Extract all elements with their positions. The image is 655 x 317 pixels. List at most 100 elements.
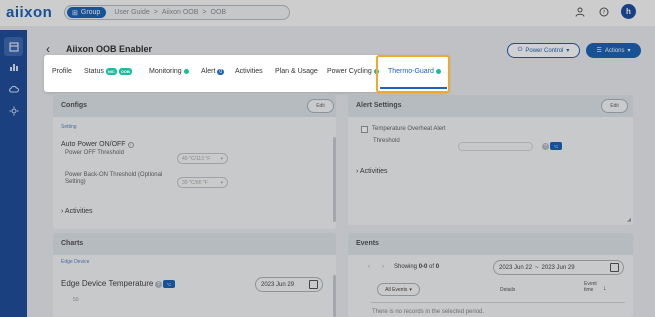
alert-edit-button[interactable]: Edit bbox=[601, 99, 628, 113]
tab-power-cycling[interactable]: Power Cycling bbox=[327, 68, 379, 75]
configs-scrollbar[interactable] bbox=[333, 137, 336, 222]
dashboard-icon[interactable] bbox=[4, 37, 23, 56]
charts-panel: Charts Edge Device Edge Device Temperatu… bbox=[53, 233, 336, 317]
tab-thermo-guard[interactable]: Thermo-Guard bbox=[388, 68, 441, 75]
menu-icon: ☰ bbox=[596, 48, 602, 54]
tab-label: Profile bbox=[52, 68, 72, 75]
avatar[interactable]: h bbox=[621, 4, 636, 19]
overheat-alert-label: Temperature Overheat Alert bbox=[372, 126, 446, 132]
next-page-icon[interactable]: › bbox=[382, 264, 384, 270]
configs-activities-toggle[interactable]: › Activities bbox=[61, 208, 93, 215]
chart-date-picker[interactable]: 2023 Jun 29 bbox=[255, 277, 323, 292]
auto-power-text: Auto Power ON/OFF bbox=[61, 141, 126, 148]
event-time-column-header[interactable]: Event time bbox=[584, 281, 600, 293]
alert-activities-toggle[interactable]: › Activities bbox=[356, 168, 388, 175]
svg-text:?: ? bbox=[603, 10, 606, 16]
user-icon[interactable] bbox=[574, 6, 586, 18]
showing-label: Showing bbox=[394, 264, 418, 270]
settings-icon[interactable] bbox=[4, 101, 23, 120]
status-dot bbox=[373, 69, 379, 74]
date-separator: ~ bbox=[535, 264, 539, 271]
charts-title: Charts bbox=[61, 240, 84, 247]
actions-label: Actions bbox=[604, 47, 625, 54]
info-icon: i bbox=[127, 141, 134, 148]
tab-label: Status bbox=[84, 68, 104, 75]
breadcrumb-item[interactable]: User Guide bbox=[114, 9, 149, 16]
power-off-threshold-select[interactable]: 40 °C/113 °F ▾ bbox=[177, 153, 228, 164]
auto-power-label: Auto Power ON/OFF i bbox=[61, 141, 134, 148]
cloud-icon[interactable] bbox=[4, 79, 23, 98]
tab-status[interactable]: Status NIC OOB bbox=[84, 68, 132, 75]
tab-profile[interactable]: Profile bbox=[52, 68, 72, 75]
breadcrumb-item[interactable]: Aiixon OOB bbox=[162, 9, 199, 16]
power-back-threshold-select[interactable]: 30 °C/86 °F ▾ bbox=[177, 177, 228, 188]
resize-handle-icon[interactable]: ◢ bbox=[627, 217, 631, 223]
tab-label: Power Cycling bbox=[327, 68, 372, 75]
analytics-icon[interactable] bbox=[4, 57, 23, 76]
chevron-down-icon: ▾ bbox=[409, 286, 412, 293]
y-axis-tick: 50 bbox=[73, 297, 79, 303]
alert-count-badge: 0 bbox=[217, 68, 225, 75]
group-icon: ⊞ bbox=[72, 9, 78, 17]
events-header bbox=[348, 233, 633, 255]
alert-settings-panel: Alert Settings Edit Temperature Overheat… bbox=[348, 95, 633, 225]
sort-arrow-icon[interactable]: ↓ bbox=[603, 285, 607, 292]
power-control-label: Power Control bbox=[525, 47, 564, 54]
breadcrumb-item[interactable]: OOB bbox=[211, 9, 227, 16]
app-logo[interactable]: aiixon bbox=[6, 4, 52, 21]
power-off-value: 40 °C/113 °F bbox=[182, 155, 211, 162]
nic-badge: NIC bbox=[105, 68, 117, 75]
help-icon[interactable]: ? bbox=[598, 6, 610, 18]
group-pill[interactable]: ⊞ Group bbox=[67, 7, 107, 18]
tab-monitoring[interactable]: Monitoring bbox=[149, 68, 189, 75]
unit-toggle[interactable]: °C bbox=[550, 142, 562, 150]
overheat-alert-checkbox[interactable] bbox=[361, 126, 368, 133]
date-to: 2023 Jun 29 bbox=[541, 264, 575, 271]
chevron-right-icon: › bbox=[356, 168, 359, 175]
tab-label: Activities bbox=[235, 68, 263, 75]
setting-link[interactable]: Setting bbox=[61, 124, 77, 130]
tab-plan-usage[interactable]: Plan & Usage bbox=[275, 68, 318, 75]
events-total: 0 bbox=[435, 264, 440, 270]
tab-alert[interactable]: Alert 0 bbox=[201, 68, 225, 75]
tab-label: Monitoring bbox=[149, 68, 182, 75]
edge-device-link[interactable]: Edge Device bbox=[61, 259, 89, 265]
configs-edit-button[interactable]: Edit bbox=[307, 99, 334, 113]
breadcrumb-separator: > bbox=[153, 9, 158, 16]
chevron-down-icon: ▾ bbox=[220, 179, 223, 186]
configs-header bbox=[53, 95, 336, 117]
of-label: of bbox=[429, 264, 435, 270]
chart-title: Edge Device Temperature bbox=[61, 279, 154, 288]
actions-button[interactable]: ☰ Actions ▾ bbox=[586, 43, 641, 58]
alert-activities-label: Activities bbox=[359, 168, 388, 175]
question-icon: ? bbox=[155, 281, 162, 288]
threshold-label: Threshold bbox=[373, 138, 400, 144]
chart-unit-toggle[interactable]: °C bbox=[163, 280, 175, 288]
charts-scrollbar[interactable] bbox=[333, 275, 336, 317]
events-date-range[interactable]: 2023 Jun 22 ~ 2023 Jun 29 bbox=[493, 260, 624, 275]
group-label: Group bbox=[80, 9, 101, 16]
page-title: Aiixon OOB Enabler bbox=[66, 44, 153, 54]
events-title: Events bbox=[356, 240, 379, 247]
threshold-input[interactable] bbox=[458, 142, 533, 151]
alert-settings-title: Alert Settings bbox=[356, 102, 402, 109]
back-arrow-icon[interactable]: ‹ bbox=[46, 42, 50, 56]
power-icon: ⏻ bbox=[517, 47, 523, 53]
status-dot bbox=[183, 69, 189, 74]
sidebar bbox=[0, 30, 27, 317]
power-control-button[interactable]: ⏻ Power Control ▾ bbox=[507, 43, 580, 58]
tab-activities[interactable]: Activities bbox=[235, 68, 263, 75]
configs-title: Configs bbox=[61, 102, 88, 109]
events-panel: Events bbox=[348, 233, 633, 317]
question-icon: ? bbox=[542, 143, 549, 150]
calendar-icon bbox=[309, 280, 318, 289]
power-off-threshold-label: Power OFF Threshold bbox=[65, 150, 124, 156]
top-bar: aiixon ⊞ Group User Guide > Aiixon OOB >… bbox=[0, 0, 655, 26]
chart-date-value: 2023 Jun 29 bbox=[261, 281, 295, 288]
prev-page-icon[interactable]: ‹ bbox=[368, 264, 370, 270]
chevron-down-icon: ▾ bbox=[566, 48, 570, 54]
events-count: Showing 0-0 of 0 bbox=[394, 264, 439, 270]
tab-label: Alert bbox=[201, 68, 216, 75]
showing-range: 0-0 bbox=[418, 264, 428, 270]
all-events-filter[interactable]: All Events ▾ bbox=[377, 283, 420, 296]
